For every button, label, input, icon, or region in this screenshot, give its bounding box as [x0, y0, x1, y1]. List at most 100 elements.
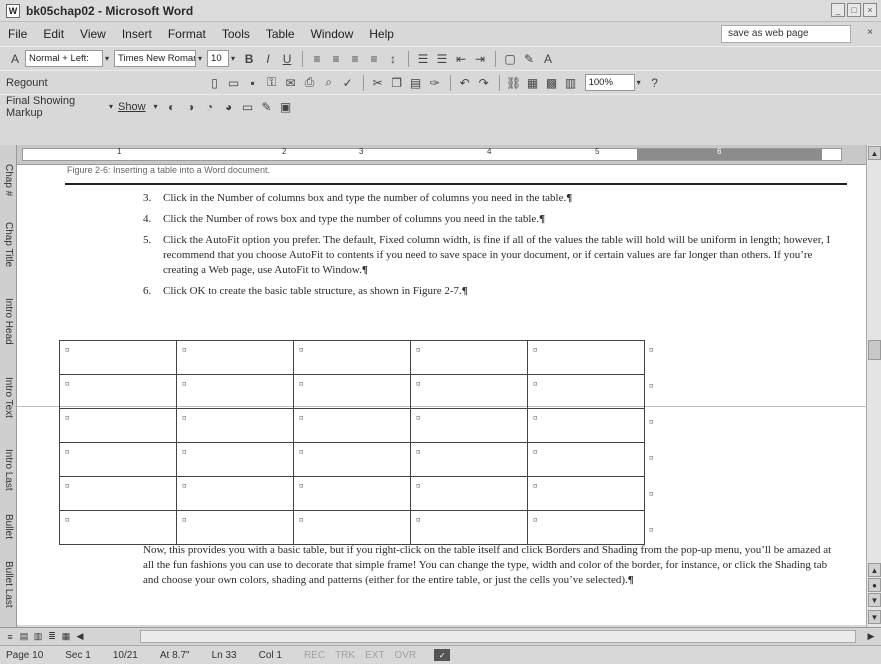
chevron-down-icon[interactable]: ▾: [154, 102, 158, 111]
table-cell[interactable]: ¤: [410, 408, 528, 443]
permission-icon[interactable]: ⚿: [263, 74, 281, 92]
numbering-icon[interactable]: ☰: [414, 50, 432, 68]
table-cell[interactable]: ¤: [59, 476, 177, 511]
font-color-icon[interactable]: A: [539, 50, 557, 68]
table-cell[interactable]: ¤: [176, 510, 294, 545]
normal-view-icon[interactable]: ≡: [4, 631, 16, 643]
list-item[interactable]: 6. Click OK to create the basic table st…: [143, 284, 843, 299]
show-button[interactable]: Show: [118, 101, 146, 113]
outline-view-icon[interactable]: ≣: [46, 631, 58, 643]
close-doc-icon[interactable]: ×: [867, 27, 873, 38]
close-icon[interactable]: ×: [863, 3, 877, 17]
font-size-combo[interactable]: 10: [207, 50, 230, 67]
status-rec[interactable]: REC: [304, 650, 325, 661]
vertical-scrollbar[interactable]: ▲ ▲ ● ▼ ▼: [866, 145, 881, 627]
table-cell[interactable]: ¤: [176, 408, 294, 443]
new-document-icon[interactable]: ▯: [206, 74, 224, 92]
chevron-down-icon[interactable]: ▾: [109, 102, 113, 111]
reviewing-pane-icon[interactable]: ▣: [277, 98, 295, 116]
scroll-left-icon[interactable]: ◀: [74, 631, 86, 643]
maximize-icon[interactable]: □: [847, 3, 861, 17]
save-icon[interactable]: ▪: [244, 74, 262, 92]
table-cell[interactable]: ¤: [176, 442, 294, 477]
table-cell[interactable]: ¤: [410, 340, 528, 375]
table-cell[interactable]: ¤: [293, 510, 411, 545]
previous-page-icon[interactable]: ▲: [868, 563, 881, 577]
decrease-indent-icon[interactable]: ⇤: [452, 50, 470, 68]
horizontal-ruler[interactable]: 1 2 3 4 5 6: [17, 145, 866, 165]
menu-window[interactable]: Window: [311, 27, 354, 41]
spelling-icon[interactable]: ✓: [339, 74, 357, 92]
table-cell[interactable]: ¤: [527, 408, 645, 443]
word-icon[interactable]: W: [6, 3, 20, 18]
insert-comment-icon[interactable]: ▭: [239, 98, 257, 116]
track-changes-icon[interactable]: ✎: [258, 98, 276, 116]
spell-check-status-icon[interactable]: ✓: [434, 649, 451, 661]
table-cell[interactable]: ¤: [527, 476, 645, 511]
table-cell[interactable]: ¤: [410, 476, 528, 511]
table-cell[interactable]: ¤: [176, 340, 294, 375]
columns-icon[interactable]: ▥: [562, 74, 580, 92]
hyperlink-icon[interactable]: ⛓: [505, 74, 523, 92]
line-spacing-icon[interactable]: ↕: [384, 50, 402, 68]
reading-view-icon[interactable]: ▦: [60, 631, 72, 643]
table-cell[interactable]: ¤: [176, 476, 294, 511]
menu-tools[interactable]: Tools: [222, 27, 250, 41]
chevron-down-icon[interactable]: ▾: [231, 54, 235, 63]
table-cell[interactable]: ¤: [527, 442, 645, 477]
side-tab[interactable]: Chap #: [1, 155, 16, 205]
table-row[interactable]: ¤ ¤ ¤ ¤ ¤: [59, 442, 645, 477]
border-icon[interactable]: ▢: [501, 50, 519, 68]
menu-file[interactable]: File: [8, 27, 27, 41]
copy-icon[interactable]: ❐: [388, 74, 406, 92]
menu-insert[interactable]: Insert: [122, 27, 152, 41]
status-trk[interactable]: TRK: [335, 650, 355, 661]
italic-button[interactable]: I: [259, 50, 277, 68]
redo-icon[interactable]: ↷: [475, 74, 493, 92]
table-row[interactable]: ¤ ¤ ¤ ¤ ¤: [59, 510, 645, 545]
excel-icon[interactable]: ▩: [543, 74, 561, 92]
next-page-icon[interactable]: ▼: [868, 593, 881, 607]
scroll-down-icon[interactable]: ▼: [868, 610, 881, 624]
style-combo[interactable]: Normal + Left:: [25, 50, 103, 67]
table-cell[interactable]: ¤: [59, 442, 177, 477]
scroll-up-icon[interactable]: ▲: [868, 146, 881, 160]
side-tab[interactable]: Bullet Last: [1, 551, 16, 617]
document-area[interactable]: Figure 2-6: Inserting a table into a Wor…: [17, 165, 866, 625]
undo-icon[interactable]: ↶: [456, 74, 474, 92]
markup-mode[interactable]: Final Showing Markup: [6, 95, 101, 119]
open-folder-icon[interactable]: ▭: [225, 74, 243, 92]
table-row[interactable]: ¤ ¤ ¤ ¤ ¤: [59, 374, 645, 409]
help-icon[interactable]: ?: [646, 74, 664, 92]
table-cell[interactable]: ¤: [293, 476, 411, 511]
increase-indent-icon[interactable]: ⇥: [471, 50, 489, 68]
menu-edit[interactable]: Edit: [43, 27, 64, 41]
minimize-icon[interactable]: _: [831, 3, 845, 17]
chevron-down-icon[interactable]: ▾: [198, 54, 202, 63]
reject-change-icon[interactable]: ◕: [220, 98, 238, 116]
table-cell[interactable]: ¤: [410, 374, 528, 409]
align-right-icon[interactable]: ≡: [346, 50, 364, 68]
cut-icon[interactable]: ✂: [369, 74, 387, 92]
side-tab[interactable]: Bullet: [1, 507, 16, 547]
table-cell[interactable]: ¤: [293, 442, 411, 477]
table-cell[interactable]: ¤: [410, 510, 528, 545]
email-icon[interactable]: ✉: [282, 74, 300, 92]
table-cell[interactable]: ¤: [527, 510, 645, 545]
browse-object-icon[interactable]: ●: [868, 578, 881, 592]
menu-format[interactable]: Format: [168, 27, 206, 41]
align-left-icon[interactable]: ≡: [308, 50, 326, 68]
status-ext[interactable]: EXT: [365, 650, 384, 661]
menu-help[interactable]: Help: [369, 27, 394, 41]
list-item[interactable]: 3. Click in the Number of columns box an…: [143, 191, 843, 206]
table-row[interactable]: ¤ ¤ ¤ ¤ ¤: [59, 340, 645, 375]
body-paragraph[interactable]: Now, this provides you with a basic tabl…: [143, 543, 843, 588]
bullets-icon[interactable]: ☰: [433, 50, 451, 68]
table-cell[interactable]: ¤: [59, 374, 177, 409]
scroll-thumb[interactable]: [868, 340, 881, 360]
previous-change-icon[interactable]: ◐: [163, 98, 181, 116]
table-cell[interactable]: ¤: [59, 340, 177, 375]
paste-icon[interactable]: ▤: [407, 74, 425, 92]
print-view-icon[interactable]: ▥: [32, 631, 44, 643]
table-cell[interactable]: ¤: [293, 340, 411, 375]
